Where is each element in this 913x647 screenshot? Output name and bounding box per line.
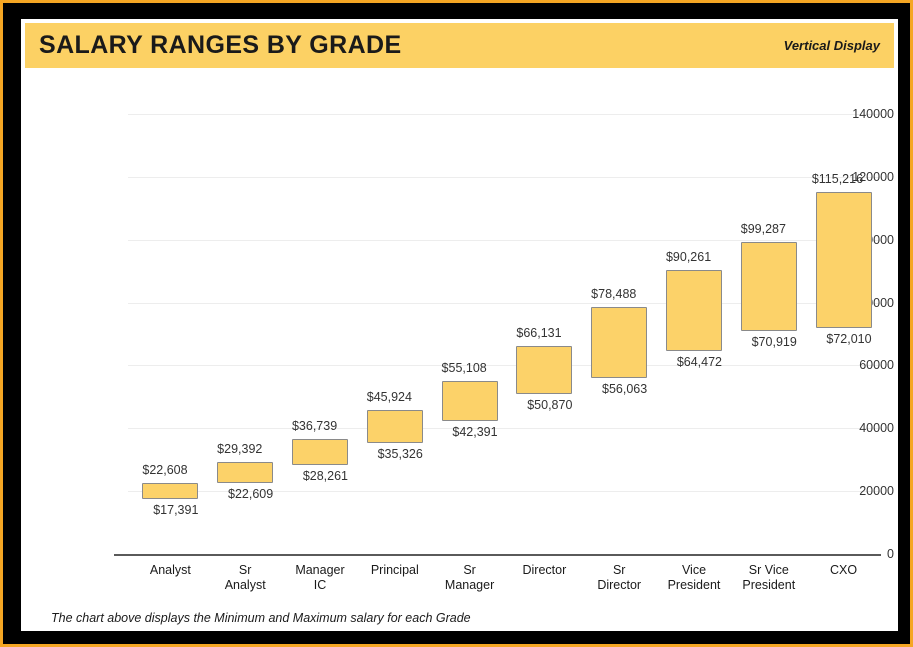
screenshot-root: SALARY RANGES BY GRADE Vertical Display …	[0, 0, 913, 647]
x-axis-category-label: Analyst	[149, 563, 191, 577]
bar-group[interactable]: $45,924 $35,326 Principal	[357, 74, 432, 594]
bar-max-value-label: $66,131	[516, 326, 562, 341]
bar-max-value-label: $55,108	[441, 360, 487, 375]
bar-max-value-label: $78,488	[591, 287, 637, 302]
display-mode-label: Vertical Display	[783, 38, 880, 53]
bar-max-value-label: $90,261	[665, 250, 712, 265]
x-axis-category-label: Sr Analyst	[224, 563, 266, 592]
salary-range-bar[interactable]	[665, 270, 722, 352]
salary-range-bar[interactable]	[441, 380, 498, 421]
bar-min-value-label: $42,391	[452, 424, 498, 439]
bar-min-value-label: $50,870	[527, 398, 573, 413]
bars-layer: $22,608 $17,391 Analyst $29,392 $22,609 Sr An…	[25, 74, 894, 594]
x-axis-category-label: Principal	[370, 563, 419, 577]
x-axis-category-label: Vice President	[667, 563, 721, 592]
bar-group[interactable]: $66,131 $50,870 Director	[507, 74, 582, 594]
bar-max-value-label: $22,608	[142, 462, 188, 477]
bar-group[interactable]: $29,392 $22,609 Sr Analyst	[208, 74, 283, 594]
bar-group[interactable]: $115,216 $72,010 CXO	[806, 74, 881, 594]
bar-max-value-label: $99,287	[740, 221, 786, 236]
chart-title-bar: SALARY RANGES BY GRADE Vertical Display	[25, 23, 894, 68]
x-axis-category-label: Manager IC	[295, 563, 345, 592]
salary-range-bar[interactable]	[740, 241, 797, 332]
bar-min-value-label: $72,010	[826, 331, 872, 346]
bar-min-value-label: $35,326	[377, 446, 423, 461]
bar-group[interactable]: $90,261 $64,472 Vice President	[657, 74, 732, 594]
salary-range-bar[interactable]	[142, 482, 199, 500]
x-axis-category-label: CXO	[830, 563, 858, 577]
page-title: SALARY RANGES BY GRADE	[39, 31, 402, 59]
bar-group[interactable]: $99,287 $70,919 Sr Vice President	[731, 74, 806, 594]
bar-min-value-label: $22,609	[228, 486, 274, 501]
salary-range-bar[interactable]	[291, 438, 348, 466]
x-axis-category-label: Director	[522, 563, 567, 577]
chart-footnote: The chart above displays the Minimum and…	[51, 611, 471, 625]
bar-min-value-label: $17,391	[153, 503, 199, 518]
bar-group[interactable]: $36,739 $28,261 Manager IC	[283, 74, 358, 594]
salary-range-bar[interactable]	[591, 307, 648, 378]
salary-range-bar[interactable]	[217, 461, 274, 483]
bar-group[interactable]: $22,608 $17,391 Analyst	[133, 74, 208, 594]
bar-group[interactable]: $55,108 $42,391 Sr Manager	[432, 74, 507, 594]
bar-group[interactable]: $78,488 $56,063 Sr Director	[582, 74, 657, 594]
bar-max-value-label: $115,216	[811, 171, 864, 186]
plot-area: 0 20000 40000 60000 80000 100000 120000 140000 …	[25, 74, 894, 594]
salary-range-bar[interactable]	[366, 409, 423, 443]
x-axis-category-label: Sr Director	[597, 563, 642, 592]
outer-frame: SALARY RANGES BY GRADE Vertical Display …	[3, 3, 910, 644]
salary-range-bar[interactable]	[516, 346, 573, 395]
bar-max-value-label: $29,392	[217, 441, 263, 456]
bar-max-value-label: $36,739	[291, 418, 338, 433]
chart-card: SALARY RANGES BY GRADE Vertical Display …	[21, 19, 898, 631]
bar-min-value-label: $64,472	[676, 355, 723, 370]
x-axis-category-label: Sr Vice President	[742, 563, 796, 592]
x-axis-category-label: Sr Manager	[444, 563, 495, 592]
bar-max-value-label: $45,924	[366, 389, 412, 404]
bar-min-value-label: $70,919	[751, 335, 797, 350]
salary-range-bar[interactable]	[815, 191, 872, 328]
bar-min-value-label: $56,063	[602, 381, 648, 396]
bar-min-value-label: $28,261	[302, 469, 349, 484]
